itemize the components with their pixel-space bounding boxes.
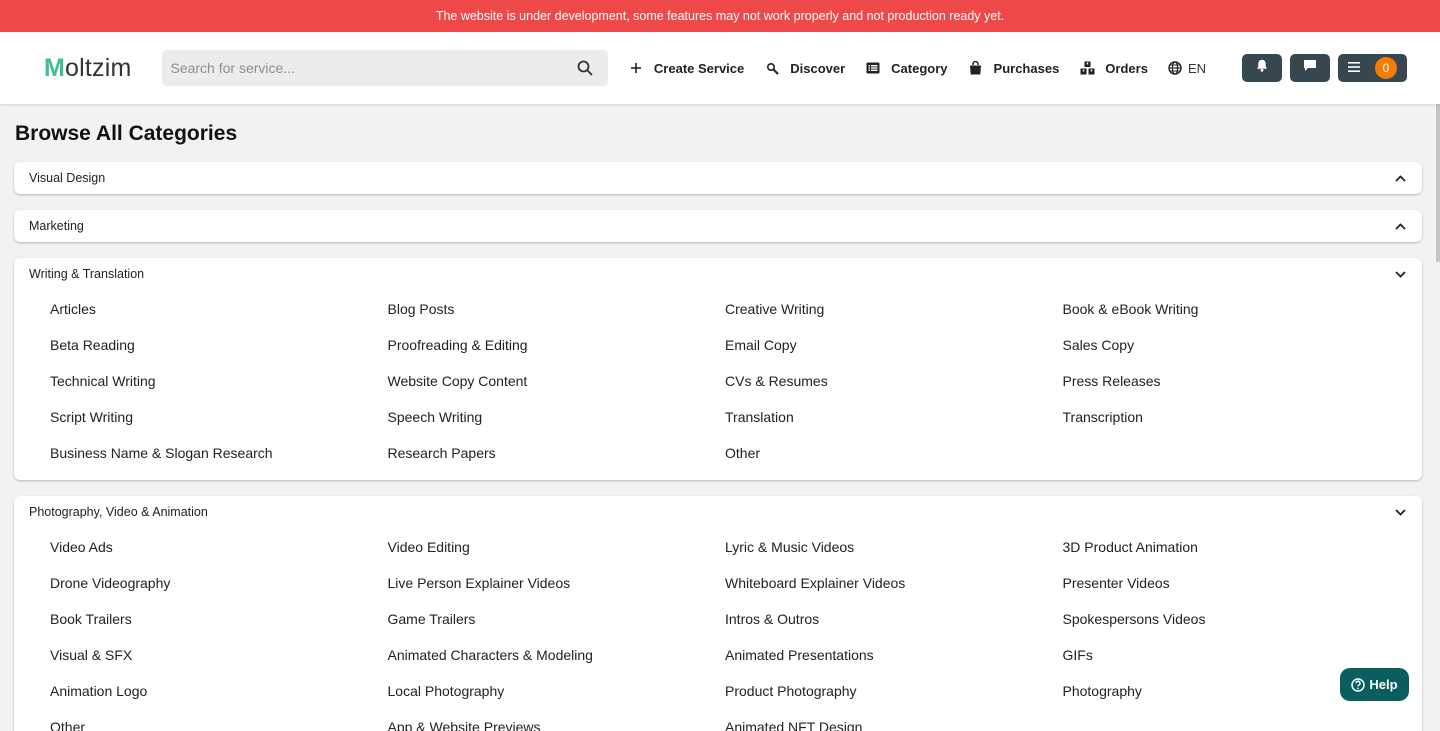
subcategory-link[interactable]: Whiteboard Explainer Videos: [725, 568, 1063, 604]
subcategory-link[interactable]: Game Trailers: [388, 604, 726, 640]
subcategory-link[interactable]: Blog Posts: [388, 294, 726, 330]
logo[interactable]: Moltzim: [44, 54, 162, 83]
subcategory-link[interactable]: Animated NFT Design: [725, 712, 1063, 731]
subcategory-grid: Video Ads Video Editing Lyric & Music Vi…: [14, 528, 1422, 731]
subcategory-link[interactable]: Speech Writing: [388, 402, 726, 438]
category-name: Photography, Video & Animation: [29, 505, 208, 519]
messages-button[interactable]: [1290, 54, 1330, 82]
subcategory-link[interactable]: Spokespersons Videos: [1063, 604, 1401, 640]
chevron-up-icon: [1393, 171, 1407, 185]
search-input[interactable]: [170, 60, 570, 76]
subcategory-link[interactable]: Technical Writing: [50, 366, 388, 402]
subcategory-link[interactable]: Beta Reading: [50, 330, 388, 366]
nav-orders[interactable]: Orders: [1079, 60, 1148, 76]
chevron-down-icon: [1393, 267, 1407, 281]
chevron-down-icon: [1393, 505, 1407, 519]
search-icon[interactable]: [570, 53, 600, 83]
subcategory-link[interactable]: Articles: [50, 294, 388, 330]
subcategory-link[interactable]: Animated Characters & Modeling: [388, 640, 726, 676]
subcategory-grid: Articles Blog Posts Creative Writing Boo…: [14, 290, 1422, 480]
nav-label: Category: [891, 60, 948, 76]
menu-cart-button[interactable]: 0: [1338, 54, 1407, 82]
globe-icon: [1168, 61, 1182, 75]
subcategory-link[interactable]: Sales Copy: [1063, 330, 1401, 366]
bell-icon: [1256, 59, 1268, 77]
list-icon: [865, 60, 881, 76]
category-name: Writing & Translation: [29, 267, 145, 281]
subcategory-link[interactable]: Drone Videography: [50, 568, 388, 604]
subcategory-link[interactable]: Email Copy: [725, 330, 1063, 366]
page-title: Browse All Categories: [15, 122, 238, 145]
category-panel-marketing: Marketing: [14, 210, 1422, 242]
subcategory-link[interactable]: App & Website Previews: [388, 712, 726, 731]
category-header[interactable]: Marketing: [14, 210, 1422, 242]
nav-discover[interactable]: Discover: [764, 60, 845, 76]
subcategory-link[interactable]: Visual & SFX: [50, 640, 388, 676]
language-selector[interactable]: EN: [1168, 61, 1206, 76]
subcategory-link[interactable]: Other: [50, 712, 388, 731]
logo-text: oltzim: [65, 53, 132, 82]
subcategory-link[interactable]: Product Photography: [725, 676, 1063, 712]
subcategory-link[interactable]: Presenter Videos: [1063, 568, 1401, 604]
subcategory-link[interactable]: Book Trailers: [50, 604, 388, 640]
subcategory-link[interactable]: Translation: [725, 402, 1063, 438]
nav-label: Discover: [790, 60, 846, 76]
subcategory-link[interactable]: Proofreading & Editing: [388, 330, 726, 366]
chat-icon: [1303, 59, 1317, 77]
subcategory-link[interactable]: Creative Writing: [725, 294, 1063, 330]
nav-label: Orders: [1105, 60, 1148, 76]
bag-icon: [968, 60, 984, 76]
dev-warning-banner: The website is under development, some f…: [0, 0, 1440, 32]
orders-icon: [1079, 60, 1095, 76]
category-panel-visual-design: Visual Design: [14, 162, 1422, 194]
category-panel-writing-translation: Writing & Translation Articles Blog Post…: [14, 258, 1422, 480]
plus-icon: [628, 60, 644, 76]
nav-create-service[interactable]: Create Service: [628, 60, 744, 76]
hamburger-icon: [1348, 59, 1360, 77]
help-button[interactable]: Help: [1340, 668, 1409, 701]
help-label: Help: [1369, 677, 1398, 692]
subcategory-link[interactable]: Intros & Outros: [725, 604, 1063, 640]
main-nav: Create Service Discover Category Purchas…: [628, 54, 1407, 82]
subcategory-link[interactable]: 3D Product Animation: [1063, 532, 1401, 568]
help-circle-icon: [1351, 677, 1366, 692]
subcategory-link[interactable]: CVs & Resumes: [725, 366, 1063, 402]
subcategory-link[interactable]: Script Writing: [50, 402, 388, 438]
subcategory-link[interactable]: Lyric & Music Videos: [725, 532, 1063, 568]
category-header[interactable]: Photography, Video & Animation: [14, 496, 1422, 528]
nav-purchases[interactable]: Purchases: [968, 60, 1060, 76]
chevron-up-icon: [1393, 219, 1407, 233]
subcategory-link[interactable]: Book & eBook Writing: [1063, 294, 1401, 330]
subcategory-link[interactable]: Website Copy Content: [388, 366, 726, 402]
cart-count-badge: 0: [1375, 57, 1397, 79]
subcategory-link[interactable]: Live Person Explainer Videos: [388, 568, 726, 604]
subcategory-link[interactable]: Research Papers: [388, 438, 726, 474]
subcategory-link[interactable]: Video Editing: [388, 532, 726, 568]
discover-icon: [764, 60, 780, 76]
subcategory-link[interactable]: Other: [725, 438, 1063, 474]
top-header: Moltzim Create Service Discover Category…: [0, 32, 1440, 104]
category-name: Visual Design: [29, 171, 106, 185]
category-name: Marketing: [29, 219, 84, 233]
subcategory-link[interactable]: Animation Logo: [50, 676, 388, 712]
banner-text: The website is under development, some f…: [435, 9, 1005, 23]
logo-mark: M: [44, 53, 66, 82]
notifications-button[interactable]: [1242, 54, 1282, 82]
search-bar: [162, 50, 608, 86]
category-header[interactable]: Visual Design: [14, 162, 1422, 194]
language-label: EN: [1187, 60, 1206, 76]
nav-category[interactable]: Category: [865, 60, 948, 76]
nav-label: Purchases: [993, 60, 1060, 76]
subcategory-link[interactable]: Video Ads: [50, 532, 388, 568]
nav-label: Create Service: [653, 60, 745, 76]
subcategory-link[interactable]: Press Releases: [1063, 366, 1401, 402]
subcategory-link[interactable]: Animated Presentations: [725, 640, 1063, 676]
subcategory-link[interactable]: Business Name & Slogan Research: [50, 438, 388, 474]
subcategory-link[interactable]: Local Photography: [388, 676, 726, 712]
main-content: Browse All Categories Visual Design Mark…: [0, 122, 1440, 731]
category-panel-photography-video-animation: Photography, Video & Animation Video Ads…: [14, 496, 1422, 731]
subcategory-link[interactable]: Transcription: [1063, 402, 1401, 438]
category-header[interactable]: Writing & Translation: [14, 258, 1422, 290]
